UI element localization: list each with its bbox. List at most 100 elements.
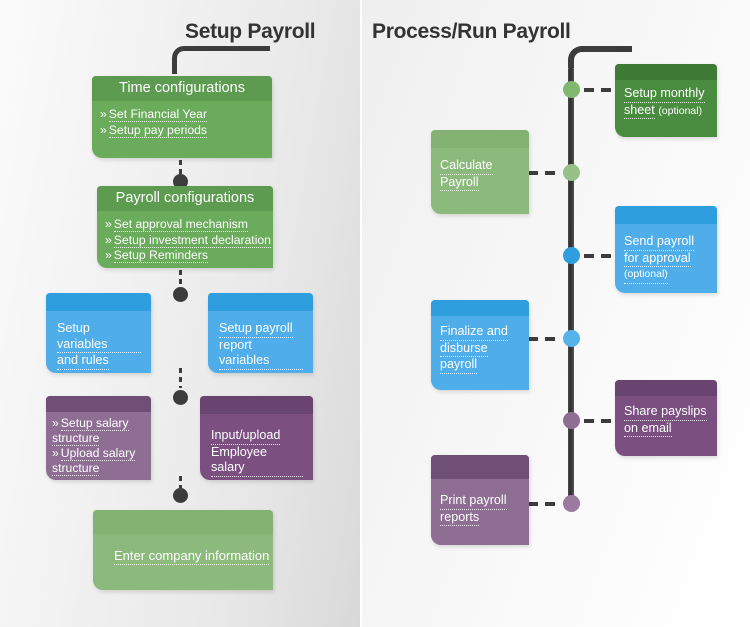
card-line: Setup variables — [57, 321, 141, 353]
card-enter-company-information[interactable]: Enter company information — [93, 510, 273, 590]
card-line-text: on email — [624, 421, 672, 437]
bullet-item[interactable]: » Set Financial Year — [100, 107, 264, 122]
card-line-text: reports — [440, 510, 480, 526]
card-time-configurations[interactable]: Time configurations » Set Financial Year … — [92, 76, 272, 158]
card-setup-variables-and-rules[interactable]: Setup variables and rules — [46, 293, 151, 373]
card-setup-payroll-report-variables[interactable]: Setup payroll report variables — [208, 293, 313, 373]
card-line-text: Employee salary — [211, 445, 303, 477]
card-header-band — [208, 293, 313, 311]
chevron-icon: » — [105, 217, 112, 231]
card-body: Enter company information — [93, 534, 273, 565]
card-header-band — [615, 64, 717, 80]
timeline-dash — [584, 419, 615, 423]
card-header-band — [46, 396, 151, 412]
timeline-node-calculate-payroll[interactable] — [563, 164, 580, 181]
card-calculate-payroll[interactable]: Calculate Payroll — [431, 130, 529, 214]
setup-payroll-panel: Setup Payroll Time configurations » Set F… — [0, 0, 360, 627]
chevron-icon: » — [105, 232, 112, 247]
timeline-node-setup-monthly-sheet[interactable] — [563, 81, 580, 98]
bullet-label: Setup investment declaration — [113, 232, 271, 248]
timeline-node-share-payslips-on-email[interactable] — [563, 412, 580, 429]
timeline-dash — [528, 502, 562, 506]
card-header-band — [46, 293, 151, 311]
card-body: Share payslips on email — [615, 396, 717, 437]
card-line: Setup monthly — [624, 86, 710, 103]
card-send-payroll-for-approval[interactable]: Send payroll for approval (optional) — [615, 206, 717, 293]
chevron-icon: » — [52, 446, 59, 460]
card-line: Enter company information — [114, 548, 273, 565]
card-line: report variables — [219, 338, 303, 370]
card-header-band — [431, 300, 529, 316]
chevron-icon: » — [100, 107, 107, 121]
card-input-upload-employee-salary[interactable]: Input/upload Employee salary — [200, 396, 313, 480]
bullet-label: Set Financial Year — [108, 107, 208, 122]
bullet-item[interactable]: » Setup investment declaration — [105, 232, 271, 248]
card-body: Setup monthly sheet (optional) — [615, 80, 717, 119]
connector-stem — [179, 368, 182, 388]
card-print-payroll-reports[interactable]: Print payroll reports — [431, 455, 529, 545]
timeline-dash — [528, 337, 562, 341]
card-share-payslips-on-email[interactable]: Share payslips on email — [615, 380, 717, 456]
optional-label: (optional) — [658, 104, 703, 117]
bullet-label: Setup Reminders — [113, 248, 208, 263]
card-setup-monthly-sheet[interactable]: Setup monthly sheet (optional) — [615, 64, 717, 137]
connector-stem — [179, 476, 182, 488]
card-line: reports — [440, 510, 522, 526]
timeline-node-finalize-and-disburse-payroll[interactable] — [563, 330, 580, 347]
card-line-text: payroll — [440, 357, 478, 374]
card-header: Time configurations — [92, 76, 272, 101]
card-header-band — [200, 396, 313, 414]
card-line-text: Setup monthly — [624, 86, 705, 103]
card-header-band — [615, 380, 717, 396]
timeline-node-send-payroll-for-approval[interactable] — [563, 247, 580, 264]
card-line-text: Calculate — [440, 158, 493, 175]
card-body: » Set Financial Year » Setup pay periods — [92, 101, 272, 146]
card-line-text: Send payroll — [624, 234, 695, 251]
card-line: Employee salary — [211, 445, 303, 477]
bullet-item[interactable]: » Setup pay periods — [100, 122, 264, 138]
connector-node — [173, 390, 188, 405]
card-line: Setup payroll — [219, 321, 303, 338]
bullet-item[interactable]: » Setup salary structure — [52, 416, 145, 446]
card-line-text: report variables — [219, 338, 303, 370]
card-line-text: Print payroll — [440, 493, 507, 510]
card-body: Setup variables and rules — [46, 311, 151, 373]
timeline-bar — [568, 68, 574, 508]
card-line-text: Setup variables — [57, 321, 141, 353]
page-title-process-run-payroll: Process/Run Payroll — [372, 20, 571, 43]
card-header-band — [93, 510, 273, 534]
connector-node — [173, 287, 188, 302]
card-line-text: Input/upload — [211, 428, 281, 445]
card-payroll-configurations[interactable]: Payroll configurations » Set approval mec… — [97, 186, 273, 268]
optional-label: (optional) — [624, 267, 668, 284]
card-line: Send payroll — [624, 234, 710, 251]
card-line-text: Payroll — [440, 175, 479, 191]
card-body: Calculate Payroll — [431, 148, 529, 191]
card-body: Input/upload Employee salary — [200, 414, 313, 480]
timeline-dash — [528, 171, 562, 175]
bullet-item[interactable]: » Upload salary structure — [52, 446, 145, 476]
card-body: Finalize and disburse payroll — [431, 316, 529, 374]
bullet-item[interactable]: » Set approval mechanism — [105, 217, 265, 232]
card-finalize-and-disburse-payroll[interactable]: Finalize and disburse payroll — [431, 300, 529, 390]
connector-stem — [179, 270, 182, 286]
card-line: Finalize and — [440, 324, 522, 341]
card-line: Calculate — [440, 158, 522, 175]
card-line: Share payslips — [624, 404, 710, 421]
card-salary-structure[interactable]: » Setup salary structure » Upload salary s… — [46, 396, 151, 480]
card-line: Payroll — [440, 175, 522, 191]
card-line-text: Share payslips — [624, 404, 707, 421]
card-body: » Set approval mechanism » Setup investmen… — [97, 211, 273, 268]
timeline-node-print-payroll-reports[interactable] — [563, 495, 580, 512]
chevron-icon: » — [100, 122, 107, 137]
card-header-band — [615, 206, 717, 224]
card-line: Print payroll — [440, 493, 522, 510]
card-line-text: Finalize and — [440, 324, 508, 341]
card-body: » Setup salary structure » Upload salary s… — [46, 412, 151, 480]
card-line: payroll — [440, 357, 522, 374]
bullet-item[interactable]: » Setup Reminders — [105, 248, 265, 263]
card-line: for approval — [624, 251, 710, 267]
card-line-text: and rules — [57, 353, 109, 370]
timeline-dash — [584, 254, 615, 258]
page-title-setup-payroll: Setup Payroll — [185, 20, 316, 43]
